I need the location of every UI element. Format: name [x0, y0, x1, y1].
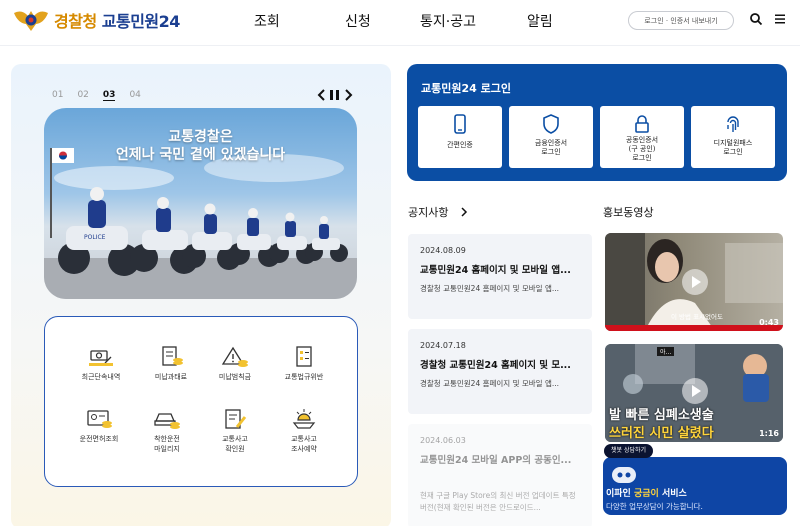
main-banner[interactable]: POLICE 교통경찰은 언제나 국민 곁에 있겠습니다 — [44, 108, 357, 299]
car-coins-icon — [154, 413, 180, 429]
notice-item-2[interactable]: 2024.07.18 경찰청 교통민원24 홈페이지 및 모... 경찰청 교통… — [408, 329, 592, 414]
chevron-left-icon[interactable] — [317, 89, 327, 101]
video-caption-line2: 쓰러진 시민 살렸다 — [609, 426, 714, 441]
nav-item-apply[interactable]: 신청 — [345, 11, 371, 31]
quick-unpaid-penalty[interactable]: 미납범칙금 — [195, 345, 275, 382]
promo-video-2[interactable]: 아... 발 빠른 심폐소생술 쓰러진 시민 살렸다 1:16 — [605, 344, 783, 442]
login-title: 교통민원24 로그인 — [421, 82, 511, 95]
slide-pagination: 01 02 03 04 — [52, 90, 155, 101]
login-joint-cert-button[interactable]: 공동인증서 (구 공인) 로그인 — [600, 106, 684, 168]
nav-item-lookup[interactable]: 조회 — [254, 11, 280, 31]
shield-icon — [543, 114, 559, 134]
play-icon[interactable] — [682, 378, 708, 404]
video-caption: 이 방법 표시없어도 — [671, 313, 723, 321]
robot-icon — [612, 467, 636, 483]
hamburger-menu-icon[interactable] — [774, 13, 786, 25]
login-financial-cert-button[interactable]: 금융인증서 로그인 — [509, 106, 593, 168]
video-duration: 1:16 — [759, 429, 779, 438]
chatbot-title: 이파인 궁금이 서비스 — [606, 489, 687, 499]
quick-recent-enforcement[interactable]: 최근단속내역 — [61, 345, 141, 382]
document-coins-icon — [162, 346, 183, 366]
chatbot-subtitle: 다양한 업무상담이 가능합니다. — [606, 502, 703, 511]
chevron-right-icon[interactable] — [343, 89, 353, 101]
quick-traffic-violation[interactable]: 교통법규위반 — [264, 345, 344, 382]
site-header: 경찰청 교통민원24 조회 신청 통지·공고 알림 로그인 · 인증서 내보내기 — [0, 0, 800, 46]
quick-menu-box: 최근단속내역 미납과태료 미납범칙금 교통법규위반 운전면허조회 착한운전 마일… — [44, 316, 358, 487]
checklist-icon — [296, 346, 312, 367]
quick-accident-certificate[interactable]: 교통사고 확인원 — [195, 407, 275, 454]
slide-number-4[interactable]: 04 — [129, 90, 140, 101]
nav-item-alerts[interactable]: 알림 — [527, 11, 553, 31]
warning-coins-icon — [221, 346, 248, 367]
chatbot-bubble[interactable]: 챗봇 상담하기 — [604, 444, 654, 458]
lock-icon — [635, 115, 649, 133]
chevron-right-icon — [461, 207, 468, 217]
quick-accident-reservation[interactable]: 교통사고 조사예약 — [264, 407, 344, 454]
slide-controls — [317, 89, 353, 101]
fingerprint-icon — [727, 116, 739, 132]
camera-car-icon — [89, 350, 113, 366]
play-icon[interactable] — [682, 269, 708, 295]
promo-video-1[interactable]: 이 방법 표시없어도 0:43 — [605, 233, 783, 331]
notice-item-1[interactable]: 2024.08.09 교통민원24 홈페이지 및 모바일 앱... 경찰청 교통… — [408, 234, 592, 319]
slide-number-1[interactable]: 01 — [52, 90, 63, 101]
login-panel: 교통민원24 로그인 간편인증 금융인증서 로그인 공동인증서 (구 공인) 로… — [407, 64, 787, 181]
svg-text:POLICE: POLICE — [84, 234, 106, 241]
banner-title-line2: 언제나 국민 곁에 있겠습니다 — [115, 147, 286, 163]
document-pen-icon — [225, 409, 247, 429]
search-icon[interactable] — [749, 12, 763, 26]
slide-number-2[interactable]: 02 — [77, 90, 88, 101]
license-card-icon — [87, 410, 112, 428]
login-digital-onepass-button[interactable]: 디지털원패스 로그인 — [691, 106, 775, 168]
video-caption-line1: 발 빠른 심폐소생술 — [609, 408, 714, 423]
login-simple-auth-button[interactable]: 간편인증 — [418, 106, 502, 168]
login-export-button[interactable]: 로그인 · 인증서 내보내기 — [628, 11, 734, 30]
slide-number-3[interactable]: 03 — [102, 90, 116, 101]
banner-title-line1: 교통경찰은 — [168, 129, 233, 145]
video-duration: 0:43 — [759, 318, 779, 327]
phone-icon — [454, 114, 466, 134]
videos-section-title: 홍보동영상 — [603, 206, 654, 219]
video-overlay-text: 아... — [657, 347, 675, 356]
siren-hand-icon — [292, 409, 316, 429]
notice-item-3[interactable]: 2024.06.03 교통민원24 모바일 APP의 공동인... 현재 구글 … — [408, 424, 592, 526]
nav-item-notice-announce[interactable]: 통지·공고 — [420, 11, 476, 31]
notices-section-title[interactable]: 공지사항 — [408, 204, 468, 220]
pause-icon[interactable] — [327, 89, 343, 101]
